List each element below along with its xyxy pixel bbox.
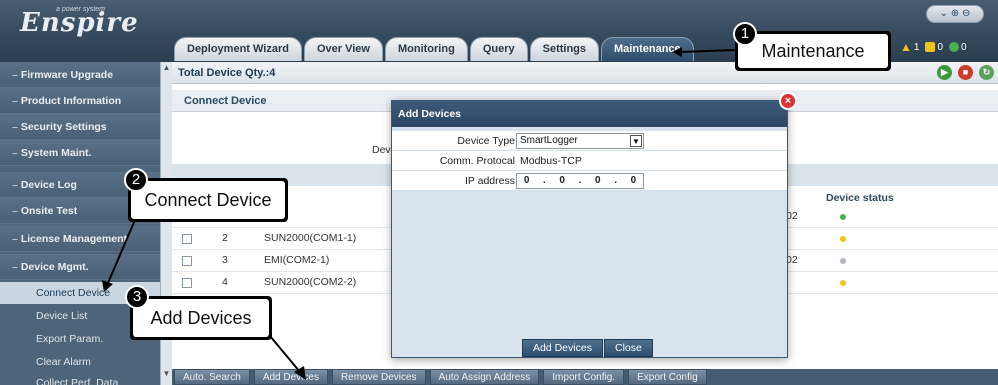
auto-search-button[interactable]: Auto. Search [174, 369, 250, 385]
remove-devices-button[interactable]: Remove Devices [331, 369, 426, 385]
status-dot-icon [840, 258, 846, 264]
callout-connect-device: Connect Device [128, 178, 288, 222]
row-device-name: EMI(COM2-1) [264, 254, 330, 266]
tab-overview[interactable]: Over View [303, 37, 383, 61]
ip-address-row: IP address 0. 0. 0. 0 [392, 171, 787, 191]
refresh-icon[interactable]: ↻ [979, 65, 994, 80]
device-label-fragment: Dev [372, 144, 391, 156]
ip-dot: . [578, 175, 582, 186]
sidebar-sub-collect-perf-data[interactable]: Collect Perf. Data [0, 372, 160, 385]
row-device-name: SUN2000(COM1-1) [264, 232, 357, 244]
sidebar-item-device-mgmt[interactable]: Device Mgmt. [0, 254, 160, 280]
device-type-select[interactable]: SmartLogger ▼ [516, 133, 644, 149]
action-toolbar: Auto. Search Add Devices Remove Devices … [172, 369, 998, 385]
dialog-title: Add Devices [392, 101, 787, 127]
ip-octet-1[interactable]: 0 [524, 174, 530, 188]
tab-monitoring[interactable]: Monitoring [384, 37, 468, 61]
sidebar-item-system-maint[interactable]: System Maint. [0, 140, 160, 166]
minor-alarm[interactable]: 0 [925, 42, 943, 53]
step-2-badge: 2 [124, 168, 148, 192]
status-dot-icon [840, 214, 846, 220]
status-dot-icon [840, 236, 846, 242]
protocol-label: Comm. Protocal [439, 155, 515, 167]
callout-maintenance: Maintenance [735, 31, 891, 71]
play-icon[interactable]: ▶ [937, 65, 952, 80]
window-controls[interactable]: ⌄ ⊕ ⊖ [926, 5, 984, 23]
sidebar-item-firmware-upgrade[interactable]: Firmware Upgrade [0, 62, 160, 88]
add-devices-button[interactable]: Add Devices [253, 369, 328, 385]
stop-icon[interactable]: ■ [958, 65, 973, 80]
device-qty-text: Total Device Qty.:4 [178, 67, 276, 79]
tab-deployment-wizard[interactable]: Deployment Wizard [174, 37, 302, 61]
status-dot-icon [840, 280, 846, 286]
callout-add-devices: Add Devices [130, 296, 272, 340]
major-alarm[interactable]: ▲ 1 [900, 40, 919, 54]
tab-query[interactable]: Query [469, 37, 528, 61]
row-checkbox[interactable] [182, 234, 192, 244]
ip-address-input[interactable]: 0. 0. 0. 0 [516, 173, 644, 189]
minor-alarm-icon [925, 42, 936, 52]
panel-actions: ▶ ■ ↻ [937, 65, 994, 80]
dialog-body: Device Type SmartLogger ▼ Comm. Protocal… [392, 127, 787, 357]
ip-octet-2[interactable]: 0 [559, 174, 565, 188]
callout-connect-device-text: Connect Device [131, 181, 285, 219]
chevron-down-icon[interactable]: ▼ [630, 135, 642, 147]
device-status-header: Device status [826, 192, 894, 204]
auto-assign-address-button[interactable]: Auto Assign Address [429, 369, 540, 385]
tab-maintenance[interactable]: Maintenance [601, 37, 694, 61]
device-type-value: SmartLogger [520, 135, 578, 146]
device-type-row: Device Type SmartLogger ▼ [392, 131, 787, 151]
warning-triangle-icon: ▲ [900, 40, 912, 54]
scroll-up-icon[interactable]: ▲ [161, 62, 172, 74]
step-3-badge: 3 [125, 285, 149, 309]
add-devices-dialog: Add Devices × Device Type SmartLogger ▼ … [391, 92, 797, 358]
tab-settings[interactable]: Settings [529, 37, 600, 61]
device-type-label: Device Type [457, 135, 515, 147]
warning-alarm[interactable]: 0 [949, 42, 967, 53]
import-config-button[interactable]: Import Config. [543, 369, 625, 385]
sidebar-item-product-information[interactable]: Product Information [0, 88, 160, 114]
sidebar-item-license-management[interactable]: License Management [0, 226, 160, 252]
row-checkbox[interactable] [182, 256, 192, 266]
row-number: 3 [222, 254, 228, 266]
dialog-close-button[interactable]: Close [604, 339, 653, 357]
callout-maintenance-text: Maintenance [738, 34, 888, 68]
logo-tagline: a power system [56, 6, 106, 13]
ip-address-label: IP address [464, 175, 515, 187]
main-tabs: Deployment Wizard Over View Monitoring Q… [174, 37, 694, 61]
row-device-name: SUN2000(COM2-2) [264, 276, 357, 288]
row-number: 4 [222, 276, 228, 288]
warning-alarm-icon [949, 42, 960, 52]
ip-octet-3[interactable]: 0 [595, 174, 601, 188]
ip-dot: . [614, 175, 617, 186]
alarm-summary[interactable]: ▲ 1 0 0 [900, 40, 967, 54]
callout-add-devices-text: Add Devices [133, 299, 269, 337]
ip-octet-4[interactable]: 0 [631, 174, 637, 188]
row-checkbox[interactable] [182, 278, 192, 288]
export-config-button[interactable]: Export Config [628, 369, 707, 385]
dialog-add-devices-button[interactable]: Add Devices [522, 339, 603, 357]
row-number: 2 [222, 232, 228, 244]
protocol-value: Modbus-TCP [520, 155, 582, 167]
scroll-down-icon[interactable]: ▼ [161, 368, 172, 380]
protocol-row: Comm. Protocal Modbus-TCP [392, 151, 787, 171]
step-1-badge: 1 [733, 22, 757, 46]
sidebar-item-security-settings[interactable]: Security Settings [0, 114, 160, 140]
sidebar-sub-clear-alarm[interactable]: Clear Alarm [0, 351, 160, 373]
close-icon[interactable]: × [779, 92, 797, 110]
ip-dot: . [543, 175, 546, 186]
